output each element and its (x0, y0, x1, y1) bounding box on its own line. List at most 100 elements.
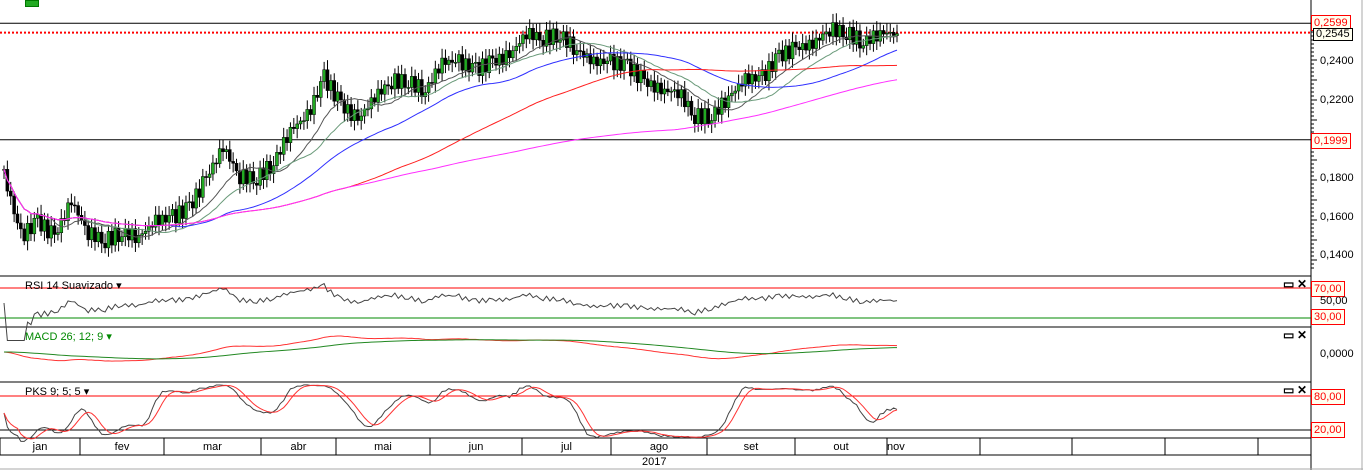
pks-label[interactable]: PKS 9; 5; 5 ▾ (25, 385, 89, 398)
candle-body (635, 64, 640, 84)
candle-body (275, 152, 279, 166)
candle-body (864, 36, 869, 46)
candle-body (689, 100, 694, 116)
candle-body (777, 49, 781, 55)
candle-body (669, 90, 673, 93)
dropdown-icon[interactable]: ▾ (106, 331, 112, 343)
pks-label-text: PKS 9; 5; 5 (25, 386, 81, 398)
maximize-icon[interactable]: ▭ (1283, 383, 1294, 397)
month-label: mar (203, 441, 222, 453)
candle-body (265, 161, 269, 180)
month-label: jun (468, 441, 484, 453)
maximize-icon[interactable]: ▭ (1283, 277, 1294, 291)
candle-body (474, 62, 478, 64)
candle-body (180, 205, 185, 219)
month-label: jul (560, 441, 572, 453)
candle-body (750, 74, 754, 85)
candle-body (558, 39, 562, 43)
candle-body (76, 205, 80, 216)
close-icon[interactable]: ✕ (1297, 328, 1307, 342)
candle-body (891, 32, 896, 36)
candle-body (676, 89, 680, 99)
level-tag-lower[interactable]: 0,1999 (1311, 133, 1351, 149)
candle-body (379, 88, 384, 95)
candle-body (106, 231, 111, 249)
macd-label-text: MACD 26; 12; 9 (25, 331, 104, 343)
candle-body (187, 201, 192, 204)
candle-body (298, 120, 303, 125)
candle-body (66, 202, 70, 221)
candle-body (42, 219, 47, 232)
candle-body (288, 126, 293, 143)
candle-body (814, 37, 818, 49)
candle-body (184, 202, 188, 219)
candle-body (143, 231, 148, 234)
candle-body (800, 43, 805, 50)
candle-body (851, 26, 855, 45)
candle-body (706, 108, 711, 124)
candle-body (433, 68, 438, 84)
macd-signal-line (3, 339, 898, 360)
candle-body (821, 33, 825, 41)
pks-upper-tag: 80,00 (1311, 389, 1345, 405)
candle-body (780, 49, 785, 62)
macd-label[interactable]: MACD 26; 12; 9 ▾ (25, 330, 112, 343)
candle-body (679, 89, 684, 99)
candle-body (757, 75, 761, 82)
candle-body (396, 73, 401, 89)
candle-body (248, 171, 252, 185)
candle-body (672, 89, 677, 92)
close-icon[interactable]: ✕ (1297, 383, 1307, 397)
month-label: set (743, 441, 759, 453)
candle-body (787, 45, 791, 60)
candle-body (767, 61, 771, 82)
candle-body (457, 54, 461, 63)
candle-body (531, 28, 535, 41)
candle-body (790, 41, 795, 60)
candle-body (797, 46, 802, 50)
candle-body (103, 243, 107, 249)
candle-body (231, 161, 235, 164)
candle-body (642, 70, 647, 80)
candle-body (655, 82, 660, 93)
candle-body (784, 45, 788, 62)
candle-body (811, 39, 815, 49)
candle-body (450, 59, 454, 63)
candle-body (29, 223, 33, 235)
candle-body (484, 58, 488, 73)
candle-body (315, 95, 320, 98)
candle-body (831, 22, 835, 37)
candle-body (733, 90, 737, 94)
month-label: ago (649, 441, 669, 453)
candle-body (861, 45, 866, 49)
candle-body (824, 31, 828, 35)
candle-body (389, 85, 394, 90)
candle-body (686, 100, 690, 108)
candle-body (319, 81, 323, 98)
dropdown-icon[interactable]: ▾ (84, 386, 90, 398)
candle-body (527, 28, 532, 40)
candle-body (73, 204, 77, 207)
candle-body (69, 202, 74, 206)
maximize-icon[interactable]: ▭ (1283, 328, 1294, 342)
candle-body (241, 169, 246, 185)
candle-body (49, 225, 53, 239)
candle-body (35, 214, 40, 219)
candle-body (285, 137, 289, 143)
month-label: abr (290, 441, 307, 453)
dropdown-icon[interactable]: ▾ (116, 280, 122, 292)
rsi-label[interactable]: RSI 14 Suavizado ▾ (25, 279, 122, 292)
candle-body (436, 68, 441, 74)
close-icon[interactable]: ✕ (1297, 277, 1307, 291)
price-tick: 0,1600 (1320, 211, 1354, 223)
candle-body (177, 205, 181, 224)
candle-body (8, 190, 13, 197)
candle-body (430, 82, 434, 84)
candle-body (254, 183, 259, 186)
stock-chart[interactable] (0, 0, 1363, 470)
candle-body (295, 123, 299, 129)
candle-body (356, 109, 360, 121)
candle-body (605, 60, 609, 64)
moving-average-line (3, 49, 898, 228)
candle-body (881, 30, 886, 35)
